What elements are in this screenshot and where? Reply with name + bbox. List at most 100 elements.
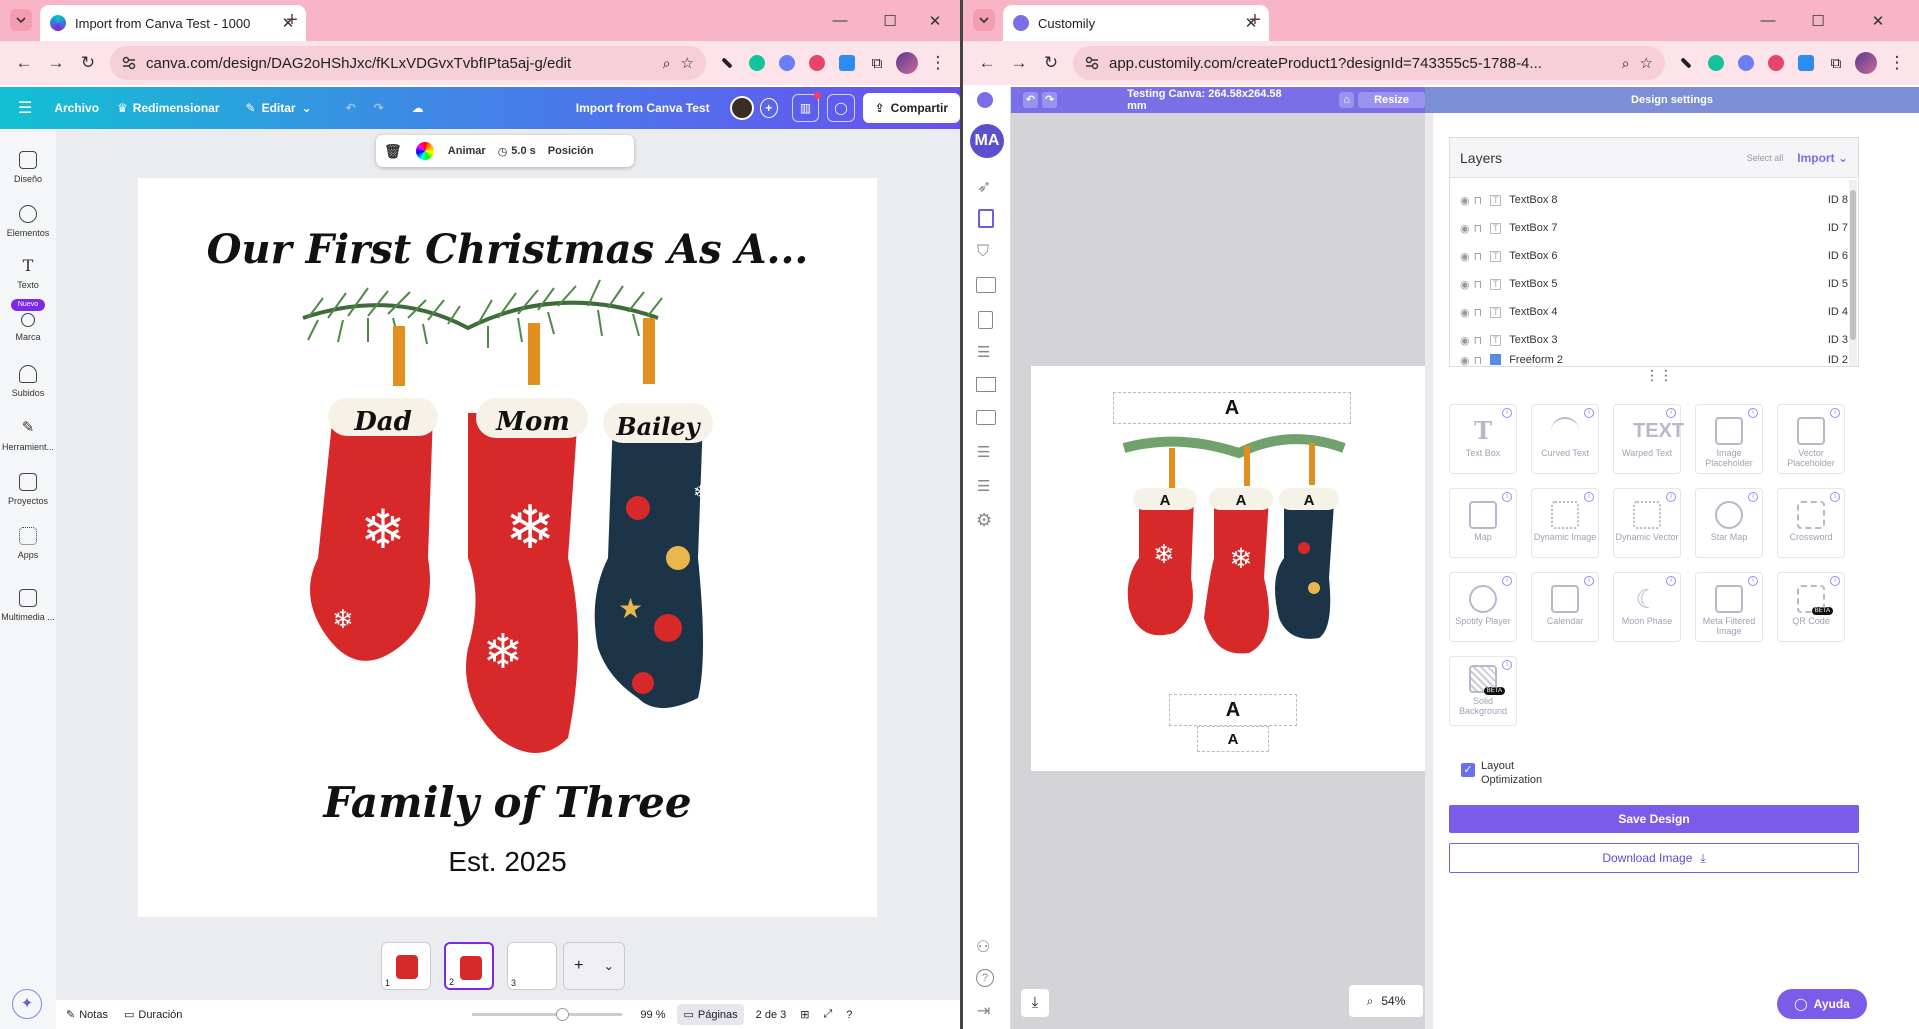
duracion-button[interactable]: Duración (138, 1009, 182, 1021)
tool-spotify-player[interactable]: i Spotify Player (1449, 572, 1517, 642)
redo-icon[interactable]: ↷ (374, 101, 384, 115)
info-icon[interactable]: i (1502, 576, 1512, 586)
lock-icon[interactable]: ⊓ (1474, 334, 1483, 347)
tool-curved-text[interactable]: i Curved Text (1531, 404, 1599, 474)
layer-row[interactable]: ◉ ⊓ Freeform 2 ID 2 (1450, 354, 1848, 367)
select-all-button[interactable]: Select all (1747, 153, 1784, 163)
extension-blue-icon[interactable] (1733, 50, 1759, 76)
profile-avatar[interactable] (894, 50, 920, 76)
grid-view-icon[interactable]: ⊞ (800, 1008, 809, 1021)
profile-avatar[interactable] (1853, 50, 1879, 76)
image-gallery-icon[interactable] (976, 277, 996, 293)
sidebar-item-proyectos[interactable]: Proyectos (0, 473, 56, 506)
save-design-button[interactable]: Save Design (1449, 805, 1859, 833)
address-bar[interactable]: app.customily.com/createProduct1?designI… (1073, 46, 1665, 80)
info-icon[interactable]: i (1830, 576, 1840, 586)
tool-crossword[interactable]: i Crossword (1777, 488, 1845, 558)
eyedropper-extension-icon[interactable] (714, 50, 740, 76)
tool-map[interactable]: i Map (1449, 488, 1517, 558)
resize-button[interactable]: Resize (1358, 92, 1425, 108)
info-icon[interactable]: i (1584, 492, 1594, 502)
close-window-button[interactable]: ✕ (910, 0, 960, 41)
document-icon[interactable] (978, 209, 994, 228)
lock-icon[interactable]: ⊓ (1474, 194, 1483, 207)
lock-icon[interactable]: ⊓ (1474, 306, 1483, 319)
page-thumbnail-3[interactable]: 3 (507, 942, 557, 990)
import-dropdown[interactable]: Import ⌄ (1797, 151, 1848, 165)
color-picker-icon[interactable] (415, 142, 434, 160)
sidebar-item-texto[interactable]: T Texto (0, 257, 56, 291)
download-image-button[interactable]: Download Image ⤓ (1449, 843, 1859, 873)
info-icon[interactable]: i (1830, 492, 1840, 502)
zoom-icon[interactable]: ⌕ (1622, 55, 1630, 72)
inbox-icon[interactable] (976, 410, 996, 425)
info-icon[interactable]: i (1748, 576, 1758, 586)
tool-text-box[interactable]: i T Text Box (1449, 404, 1517, 474)
address-bar[interactable]: canva.com/design/DAG2oHShJxc/fKLxVDGvxTv… (110, 46, 706, 80)
info-icon[interactable]: i (1502, 492, 1512, 502)
textbox-placeholder-est[interactable]: A (1197, 726, 1269, 752)
design-subtitle[interactable]: Family of Three (138, 778, 877, 827)
eye-icon[interactable]: ◉ (1460, 222, 1470, 235)
comments-icon[interactable]: ◯ (827, 94, 855, 122)
info-icon[interactable]: i (1502, 408, 1512, 418)
analytics-chart-icon[interactable]: ▥ (791, 92, 822, 122)
layout-optimization-checkbox[interactable]: ✓ (1461, 763, 1475, 777)
posicion-button[interactable]: Posición (548, 145, 594, 157)
design-est-text[interactable]: Est. 2025 (138, 846, 877, 878)
sidebar-item-herramientas[interactable]: ✎ Herramient... (0, 419, 56, 452)
zoom-level[interactable]: 99 % (640, 1009, 665, 1021)
textbox-placeholder-top[interactable]: A (1113, 392, 1351, 424)
editar-button[interactable]: ✎ Editar ⌄ (246, 101, 312, 115)
extension-screen-icon[interactable] (1793, 50, 1819, 76)
user-initials-avatar[interactable]: MA (970, 124, 1004, 158)
maximize-button[interactable]: ☐ (1793, 0, 1843, 41)
tool-moon-phase[interactable]: i ☾ Moon Phase (1613, 572, 1681, 642)
reload-button[interactable]: ↻ (1035, 47, 1067, 79)
tool-qr-code[interactable]: i BETA QR Code (1777, 572, 1845, 642)
tool-star-map[interactable]: i Star Map (1695, 488, 1763, 558)
stockings-preview-image[interactable]: A A A ❄ ❄ (1119, 428, 1349, 688)
lock-icon[interactable]: ⊓ (1474, 222, 1483, 235)
lock-icon[interactable]: ⊓ (1474, 250, 1483, 263)
tool-warped-text[interactable]: i TEXT Warped Text (1613, 404, 1684, 474)
tool-vector-placeholder[interactable]: i Vector Placeholder (1777, 404, 1845, 474)
add-collaborator-icon[interactable]: + (759, 98, 778, 118)
help-icon[interactable]: ? (846, 1009, 852, 1021)
user-avatar[interactable] (729, 96, 754, 120)
browser-tab-active[interactable]: Customily ✕ (1003, 5, 1269, 41)
info-icon[interactable]: i (1748, 408, 1758, 418)
forward-button[interactable]: → (40, 47, 72, 79)
share-button[interactable]: ⇪ Compartir (862, 93, 960, 123)
info-icon[interactable]: i (1666, 408, 1676, 418)
sidebar-item-subidos[interactable]: Subidos (0, 365, 56, 398)
layer-row[interactable]: ◉ ⊓ T TextBox 8 ID 8 (1450, 186, 1848, 214)
layer-row[interactable]: ◉ ⊓ T TextBox 7 ID 7 (1450, 214, 1848, 242)
settings-gear-icon[interactable]: ⚙ (976, 510, 992, 531)
tool-calendar[interactable]: i Calendar (1531, 572, 1599, 642)
zoom-icon[interactable]: ⌕ (663, 55, 671, 72)
tool-solid-background[interactable]: i BETA Solid Background (1449, 656, 1517, 726)
tshirt-icon[interactable]: ⛉ (977, 243, 989, 261)
redo-icon[interactable]: ↷ (1042, 92, 1058, 108)
book-icon[interactable] (978, 311, 993, 329)
eye-icon[interactable]: ◉ (1460, 306, 1470, 319)
eye-icon[interactable]: ◉ (1460, 334, 1470, 347)
extension-blue-icon[interactable] (774, 50, 800, 76)
eyedropper-extension-icon[interactable] (1673, 50, 1699, 76)
info-icon[interactable]: i (1830, 408, 1840, 418)
layer-row[interactable]: ◉ ⊓ T TextBox 4 ID 4 (1450, 298, 1848, 326)
tab-search-button[interactable] (973, 9, 995, 31)
stack-list-icon[interactable]: ☰ (977, 443, 990, 461)
bookmark-star-icon[interactable]: ☆ (1640, 54, 1653, 72)
info-icon[interactable]: i (1502, 660, 1512, 670)
tool-meta-filtered-image[interactable]: i Meta Filtered Image (1695, 572, 1763, 642)
info-icon[interactable]: i (1666, 576, 1676, 586)
layer-row[interactable]: ◉ ⊓ T TextBox 5 ID 5 (1450, 270, 1848, 298)
extension-screen-icon[interactable] (834, 50, 860, 76)
drag-handle-icon[interactable]: ⋮⋮ (1645, 367, 1673, 384)
grammarly-extension-icon[interactable] (744, 50, 770, 76)
canvas-zoom-control[interactable]: ⌕ 54% (1349, 985, 1423, 1017)
panel-resizer[interactable] (1425, 113, 1433, 1029)
bookmark-star-icon[interactable]: ☆ (681, 54, 694, 72)
